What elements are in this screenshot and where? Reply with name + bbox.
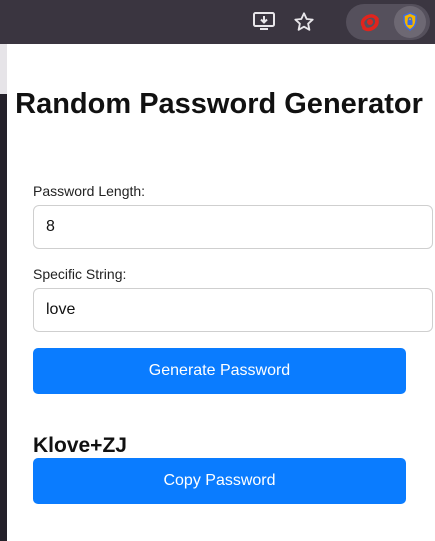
bookmark-star-icon[interactable] [288,6,320,38]
copy-password-button[interactable]: Copy Password [33,458,406,504]
extension-popup: Random Password Generator Password Lengt… [7,44,435,541]
specific-string-input[interactable] [33,288,433,332]
install-app-icon[interactable] [248,6,280,38]
page-title: Random Password Generator [15,88,423,120]
password-extension-icon[interactable] [394,6,426,38]
generate-password-button[interactable]: Generate Password [33,348,406,394]
password-length-label: Password Length: [33,183,146,199]
red-extension-icon[interactable] [354,6,386,38]
browser-toolbar [0,0,435,44]
password-length-input[interactable] [33,205,433,249]
generated-password: Klove+ZJ [33,434,127,457]
specific-string-label: Specific String: [33,266,127,282]
